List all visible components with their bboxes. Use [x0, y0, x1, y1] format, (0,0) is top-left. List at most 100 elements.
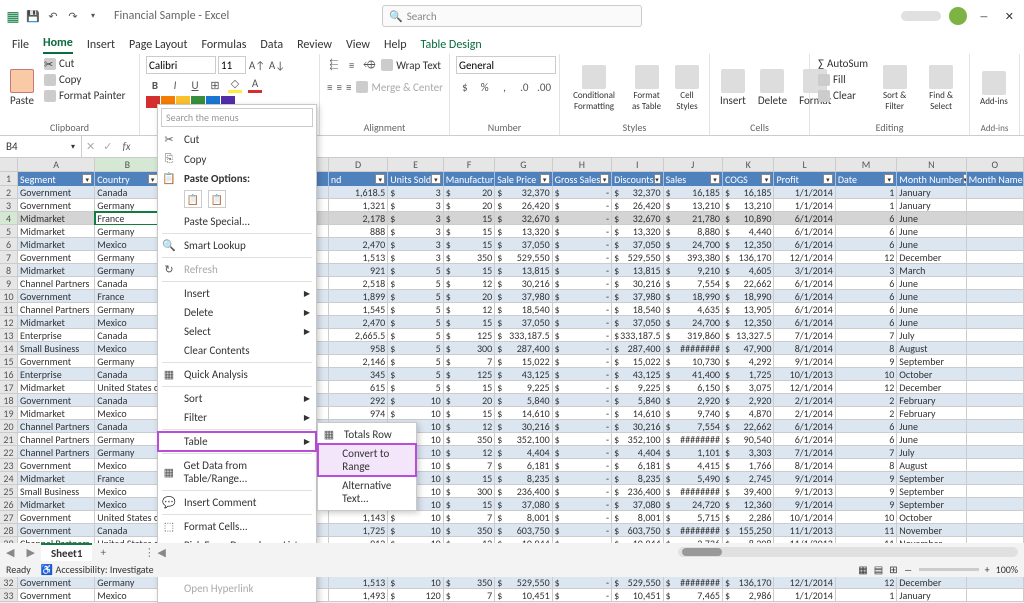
format-painter-button[interactable]: Format Painter	[42, 88, 127, 103]
cell[interactable]: $333,187.5	[612, 329, 664, 342]
cell[interactable]: $37,050	[612, 316, 664, 329]
cell[interactable]: $13,815	[495, 264, 552, 277]
cell[interactable]: 7	[836, 446, 897, 459]
cell[interactable]: Channel Partners	[18, 303, 95, 316]
table-row[interactable]: 20 Channel Partners Canada 2,518 $10 $12…	[0, 420, 1024, 433]
table-header[interactable]: Discounts▾	[612, 172, 664, 186]
cell[interactable]: 11	[836, 524, 897, 537]
cell[interactable]: $603,750	[612, 524, 664, 537]
cell[interactable]: France	[95, 212, 160, 225]
cell[interactable]: $350	[444, 251, 496, 264]
comma-icon[interactable]: ,	[496, 78, 514, 96]
table-row[interactable]: 16 Enterprise Canada 345 $5 $125 $43,125…	[0, 368, 1024, 381]
clear-button[interactable]: Clear	[816, 88, 870, 103]
cell[interactable]: $15	[444, 381, 496, 394]
tab-file[interactable]: File	[12, 38, 29, 54]
col-header[interactable]: A	[18, 158, 95, 172]
cell[interactable]: $3	[388, 186, 443, 199]
cell[interactable]: $30,216	[495, 277, 552, 290]
cell[interactable]: Government	[18, 576, 95, 589]
cell[interactable]: 8/1/2014	[774, 342, 835, 355]
cell[interactable]: $10,451	[612, 589, 664, 602]
cell[interactable]: 6/1/2014	[774, 225, 835, 238]
cell[interactable]: 6/1/2014	[774, 238, 835, 251]
cell[interactable]: 10	[836, 368, 897, 381]
paste-icon[interactable]: 📋	[184, 190, 202, 208]
cell[interactable]: 6	[836, 316, 897, 329]
tab-review[interactable]: Review	[297, 38, 332, 54]
cell[interactable]: $########	[664, 342, 723, 355]
cell[interactable]: 11/1/2013	[774, 524, 835, 537]
cell[interactable]	[967, 225, 1024, 238]
cell[interactable]: $7	[444, 589, 496, 602]
table-row[interactable]: 10 Government France 1,899 $5 $20 $37,98…	[0, 290, 1024, 303]
cell[interactable]: $7,554	[664, 277, 723, 290]
font-name-select[interactable]	[146, 56, 216, 74]
cell[interactable]	[967, 186, 1024, 199]
col-header[interactable]: G	[495, 158, 552, 172]
cell[interactable]: $5	[388, 264, 443, 277]
table-row[interactable]: 14 Small Business Mexico 958 $5 $300 $28…	[0, 342, 1024, 355]
cell[interactable]: Channel Partners	[18, 433, 95, 446]
paste-button[interactable]: Paste	[6, 56, 38, 120]
cell[interactable]: 6/1/2014	[774, 433, 835, 446]
cell[interactable]: 12	[836, 251, 897, 264]
cell[interactable]: $350	[444, 433, 496, 446]
cell[interactable]: $30,216	[612, 277, 664, 290]
cell[interactable]: Canada	[95, 277, 160, 290]
cell[interactable]: $2,986	[723, 589, 775, 602]
cell[interactable]: $12,350	[723, 316, 775, 329]
view-page-layout-icon[interactable]: ▤	[874, 563, 883, 576]
cell[interactable]: $-	[553, 576, 612, 589]
cell[interactable]: January	[897, 589, 966, 602]
cell[interactable]: October	[897, 368, 966, 381]
cell[interactable]: $8,235	[612, 472, 664, 485]
cell[interactable]: $13,320	[612, 225, 664, 238]
table-header[interactable]: Sales▾	[664, 172, 723, 186]
cell[interactable]	[967, 238, 1024, 251]
cell[interactable]: $5	[388, 329, 443, 342]
cell[interactable]: $-	[553, 472, 612, 485]
cell[interactable]: 9	[836, 472, 897, 485]
ctx-copy[interactable]: ⎘Copy	[158, 149, 316, 169]
cell[interactable]: $7	[444, 459, 496, 472]
cell[interactable]	[967, 329, 1024, 342]
cell[interactable]: October	[897, 511, 966, 524]
cell[interactable]: $15	[444, 407, 496, 420]
cell[interactable]: $22,662	[723, 420, 775, 433]
cell[interactable]	[967, 433, 1024, 446]
table-header[interactable]: Gross Sales▾	[553, 172, 612, 186]
redo-icon[interactable]: ↷	[66, 9, 80, 23]
cell[interactable]: Canada	[95, 329, 160, 342]
cell[interactable]: $-	[553, 238, 612, 251]
cell[interactable]: 8/1/2014	[774, 459, 835, 472]
cell[interactable]: $4,605	[723, 264, 775, 277]
cell[interactable]: $12	[444, 277, 496, 290]
col-header[interactable]: L	[774, 158, 835, 172]
cell[interactable]: $20	[444, 199, 496, 212]
qat-dropdown-icon[interactable]: ▾	[86, 9, 100, 23]
cell[interactable]: 6/1/2014	[774, 212, 835, 225]
cell[interactable]: $18,990	[723, 290, 775, 303]
cell[interactable]: $37,080	[495, 498, 552, 511]
cell[interactable]: 6	[836, 212, 897, 225]
cell[interactable]: $8,235	[495, 472, 552, 485]
cell[interactable]: 6	[836, 277, 897, 290]
cell[interactable]: 9/1/2014	[774, 472, 835, 485]
cell[interactable]: $-	[553, 485, 612, 498]
cell[interactable]: $3	[388, 238, 443, 251]
cell[interactable]: $1,725	[723, 368, 775, 381]
cell[interactable]: 6	[836, 290, 897, 303]
table-row[interactable]: 25 Small Business Mexico 788 $10 $300 $2…	[0, 485, 1024, 498]
filter-dropdown-icon[interactable]: ▾	[600, 174, 609, 184]
tab-data[interactable]: Data	[260, 38, 283, 54]
cell[interactable]: $529,550	[495, 251, 552, 264]
ctx-clear-contents[interactable]: Clear Contents	[158, 341, 316, 360]
cell[interactable]: 9	[836, 498, 897, 511]
filter-dropdown-icon[interactable]: ▾	[654, 174, 661, 184]
cell[interactable]: 12	[836, 576, 897, 589]
table-row[interactable]: 7 Government Germany 1,513 $3 $350 $529,…	[0, 251, 1024, 264]
cell[interactable]: 6/1/2014	[774, 420, 835, 433]
cell[interactable]: Mexico	[95, 407, 160, 420]
cell[interactable]: $24,700	[664, 238, 723, 251]
